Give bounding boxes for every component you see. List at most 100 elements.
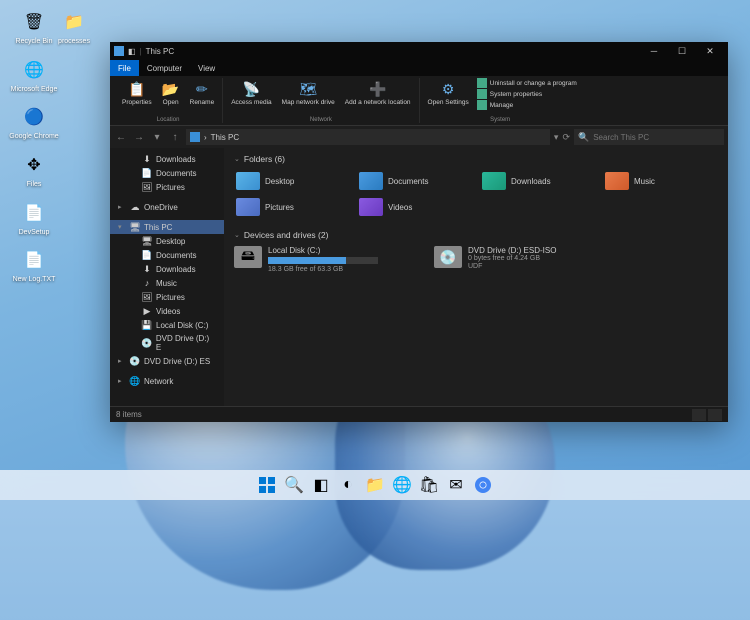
widgets-button[interactable]: ◐	[336, 473, 360, 497]
folder-videos[interactable]: Videos	[357, 196, 472, 218]
navigation-bar: ← → ▾ ↑ › This PC ▾ ⟳ 🔍	[110, 126, 728, 148]
desktop-icon-files[interactable]: ✥Files	[8, 151, 60, 189]
tab-view[interactable]: View	[190, 60, 223, 76]
start-button[interactable]	[255, 473, 279, 497]
sidebar-item-videos[interactable]: ▶Videos	[110, 304, 224, 318]
folder-icon	[236, 198, 260, 216]
address-bar[interactable]: › This PC	[186, 129, 550, 145]
edge-icon: 🌐	[20, 56, 48, 84]
sidebar-item-pictures[interactable]: 🖼Pictures	[110, 290, 224, 304]
desktop-icon-devsetup[interactable]: 📄DevSetup	[8, 199, 60, 237]
desktop-icon-processes[interactable]: 📁processes	[48, 8, 100, 46]
this-pc-icon	[190, 132, 200, 142]
sidebar-item-onedrive[interactable]: ▸☁OneDrive	[110, 200, 224, 214]
ribbon-open[interactable]: 📂Open	[158, 78, 184, 109]
folder-icon	[359, 172, 383, 190]
sidebar-item-dvd-drive-d-es[interactable]: ▸💿DVD Drive (D:) ES	[110, 354, 224, 368]
sidebar-item-dvd-drive-d-e[interactable]: 💿DVD Drive (D:) E	[110, 332, 224, 354]
ribbon-rename[interactable]: ✏Rename	[186, 78, 219, 109]
search-input[interactable]	[593, 133, 720, 142]
search-box[interactable]: 🔍	[574, 129, 724, 145]
explorer-taskbar-icon[interactable]: 📁	[363, 473, 387, 497]
settings-icon: ⚙	[439, 80, 457, 98]
ribbon-open-settings[interactable]: ⚙ Open Settings	[424, 78, 473, 110]
folder-music[interactable]: Music	[603, 170, 718, 192]
status-text: 8 items	[116, 410, 142, 419]
mail-taskbar-icon[interactable]: ✉	[444, 473, 468, 497]
ribbon-group-system: ⚙ Open Settings Uninstall or change a pr…	[420, 78, 581, 123]
search-button[interactable]: 🔍	[282, 473, 306, 497]
sidebar-item-downloads[interactable]: ⬇Downloads	[110, 262, 224, 276]
tiles-view-button[interactable]	[708, 409, 722, 421]
chrome-taskbar-icon[interactable]	[471, 473, 495, 497]
folder-icon	[359, 198, 383, 216]
tab-computer[interactable]: Computer	[139, 60, 190, 76]
folder-documents[interactable]: Documents	[357, 170, 472, 192]
ribbon-group-label: Network	[310, 117, 332, 123]
sidebar-item-network[interactable]: ▸🌐Network	[110, 374, 224, 388]
ribbon-access-media[interactable]: 📡Access media	[227, 78, 275, 109]
ribbon-icon: ✏	[193, 80, 211, 98]
sidebar-item-downloads[interactable]: ⬇Downloads	[110, 152, 224, 166]
sidebar-item-music[interactable]: ♪Music	[110, 276, 224, 290]
tab-file[interactable]: File	[110, 60, 139, 76]
edge-taskbar-icon[interactable]: 🌐	[390, 473, 414, 497]
window-controls: ─ ☐ ✕	[640, 42, 724, 60]
sidebar-icon: ⬇	[142, 154, 152, 164]
desktop-icon-google-chrome[interactable]: 🔵Google Chrome	[8, 103, 60, 141]
drive-icon: 💿	[434, 246, 462, 268]
files-icon: ✥	[20, 151, 48, 179]
back-button[interactable]: ←	[114, 132, 128, 143]
sidebar-icon: 📄	[142, 168, 152, 178]
ribbon-icon: 📂	[162, 80, 180, 98]
sidebar-item-this-pc[interactable]: ▾🖥This PC	[110, 220, 224, 234]
sidebar-icon: 🖥	[130, 222, 140, 232]
details-view-button[interactable]	[692, 409, 706, 421]
up-button[interactable]: ↑	[168, 132, 182, 143]
ribbon-system-properties[interactable]: System properties	[477, 89, 577, 99]
forward-button[interactable]: →	[132, 132, 146, 143]
drive-local-disk-c-[interactable]: 🖴Local Disk (C:)18.3 GB free of 63.3 GB	[234, 246, 414, 274]
ribbon-manage[interactable]: Manage	[477, 100, 577, 110]
ribbon-add-a-network-location[interactable]: ➕Add a network location	[341, 78, 415, 109]
sidebar-item-documents[interactable]: 📄Documents	[110, 166, 224, 180]
sidebar-icon: 💿	[130, 356, 140, 366]
sidebar-item-desktop[interactable]: 🖥Desktop	[110, 234, 224, 248]
search-icon: 🔍	[578, 132, 589, 143]
qat-icon[interactable]: ◧	[128, 47, 136, 56]
desktop-icon-new-log.txt[interactable]: 📄New Log.TXT	[8, 246, 60, 284]
ribbon-properties[interactable]: 📋Properties	[118, 78, 156, 109]
folder-downloads[interactable]: Downloads	[480, 170, 595, 192]
store-taskbar-icon[interactable]: 🛍	[417, 473, 441, 497]
sidebar-item-documents[interactable]: 📄Documents	[110, 248, 224, 262]
ribbon-map-network-drive[interactable]: 🗺Map network drive	[278, 78, 339, 109]
mini-icon	[477, 89, 487, 99]
recent-dropdown[interactable]: ▾	[150, 132, 164, 143]
address-path: This PC	[211, 133, 239, 142]
ribbon-uninstall-or-change-a-program[interactable]: Uninstall or change a program	[477, 78, 577, 88]
sidebar-item-local-disk-c-[interactable]: 💾Local Disk (C:)	[110, 318, 224, 332]
ribbon-group-label: Location	[157, 117, 180, 123]
sidebar-item-pictures[interactable]: 🖼Pictures	[110, 180, 224, 194]
folder-desktop[interactable]: Desktop	[234, 170, 349, 192]
close-button[interactable]: ✕	[696, 42, 724, 60]
titlebar[interactable]: ◧ | This PC ─ ☐ ✕	[110, 42, 728, 60]
content-pane: ⌄ Folders (6) Desktop Documents Downloads M…	[224, 148, 728, 406]
taskview-button[interactable]: ◧	[309, 473, 333, 497]
ribbon-group-location: 📋Properties📂Open✏Rename Location	[114, 78, 223, 123]
drives-section-header[interactable]: ⌄ Devices and drives (2)	[234, 230, 718, 240]
folders-section-header[interactable]: ⌄ Folders (6)	[234, 154, 718, 164]
capacity-bar	[268, 257, 378, 264]
refresh-button[interactable]: ⟳	[562, 132, 570, 143]
desktop-icon-microsoft-edge[interactable]: 🌐Microsoft Edge	[8, 56, 60, 94]
address-dropdown[interactable]: ▾	[554, 132, 559, 143]
minimize-button[interactable]: ─	[640, 42, 668, 60]
sidebar-icon: ▶	[142, 306, 152, 316]
window-title: This PC	[146, 47, 174, 56]
folder-pictures[interactable]: Pictures	[234, 196, 349, 218]
drive-dvd-drive-d-esd-iso[interactable]: 💿DVD Drive (D:) ESD-ISO0 bytes free of 4…	[434, 246, 614, 274]
file-icon: 📄	[20, 246, 48, 274]
maximize-button[interactable]: ☐	[668, 42, 696, 60]
chevron-down-icon: ⌄	[234, 231, 240, 239]
drive-icon: 🖴	[234, 246, 262, 268]
